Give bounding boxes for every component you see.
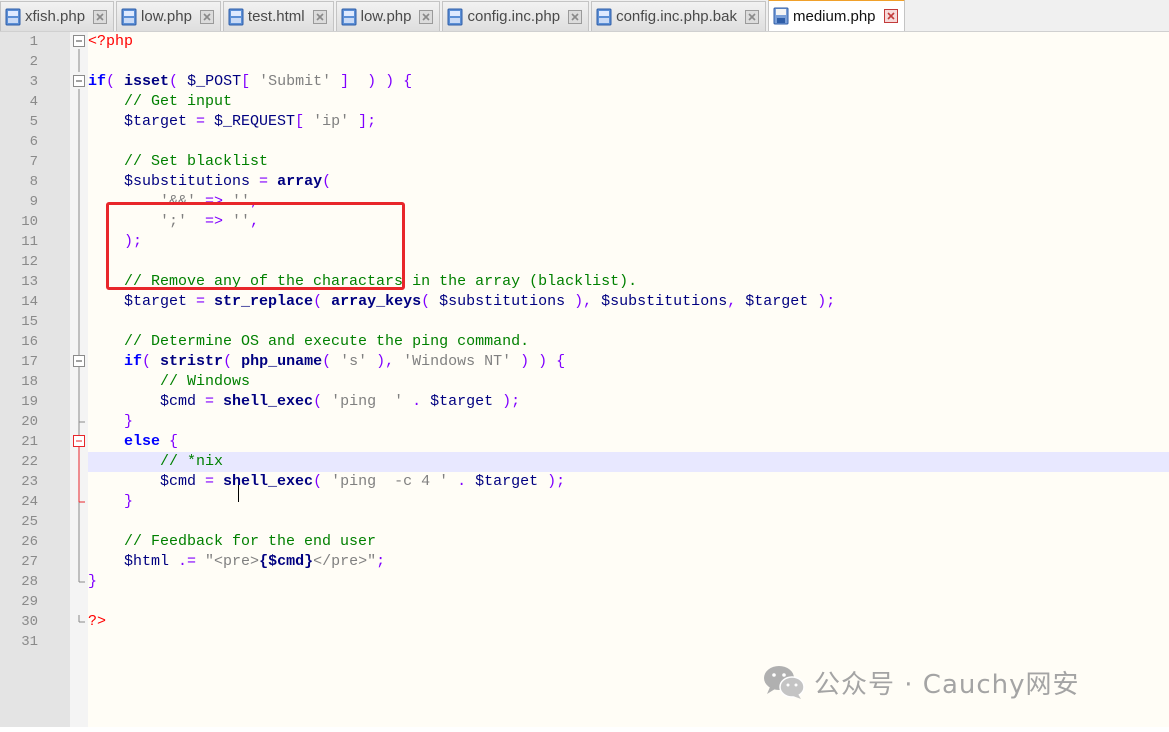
tab-label: config.inc.php.bak xyxy=(616,8,737,25)
code-line: } xyxy=(88,573,98,590)
tab-medium-php[interactable]: medium.php xyxy=(767,0,905,31)
code-line: $substitutions = array( xyxy=(124,173,332,190)
line-number: 28 xyxy=(21,574,38,590)
line-number: 24 xyxy=(21,494,38,510)
tab-low-php[interactable]: low.php xyxy=(116,1,221,31)
line-number: 12 xyxy=(21,254,38,270)
wechat-icon xyxy=(764,666,805,699)
close-icon[interactable] xyxy=(93,9,108,24)
line-number: 31 xyxy=(21,634,38,650)
line-number: 22 xyxy=(21,454,38,470)
line-number: 23 xyxy=(21,474,38,490)
code-line: $target = $_REQUEST[ 'ip' ]; xyxy=(124,113,377,130)
tab-config-inc-php[interactable]: config.inc.php xyxy=(442,1,590,31)
line-number: 17 xyxy=(21,354,38,370)
tab-config-inc-php-bak[interactable]: config.inc.php.bak xyxy=(591,1,766,31)
close-icon[interactable] xyxy=(744,9,759,24)
watermark-text: 公众号 · Cauchy网安 xyxy=(814,669,1080,700)
code-line: // Set blacklist xyxy=(124,153,269,170)
save-file-icon xyxy=(773,7,789,25)
highlight-annotation-box xyxy=(106,202,405,290)
close-icon[interactable] xyxy=(312,9,327,24)
line-number: 27 xyxy=(21,554,38,570)
code-line: // *nix xyxy=(160,453,224,470)
line-number: 16 xyxy=(21,334,38,350)
code-line: ?> xyxy=(88,613,107,630)
line-number: 2 xyxy=(29,54,38,70)
line-number: 20 xyxy=(21,414,38,430)
watermark: 公众号 · Cauchy网安 xyxy=(762,662,1080,702)
close-icon[interactable] xyxy=(419,9,434,24)
code-line: if( isset( $_POST[ 'Submit' ] ) ) { xyxy=(88,73,413,90)
line-number: 19 xyxy=(21,394,38,410)
file-icon xyxy=(121,8,137,25)
line-number: 4 xyxy=(29,94,38,110)
line-number: 7 xyxy=(29,154,38,170)
code-line: else { xyxy=(124,433,179,450)
fold-markers xyxy=(73,35,86,623)
file-icon xyxy=(447,8,463,25)
tab-low-php-2[interactable]: low.php xyxy=(335,1,441,31)
code-editor[interactable]: 1 2 3 4 5 6 7 8 9 10 11 12 13 14 15 16 1… xyxy=(0,32,1169,727)
line-number: 11 xyxy=(21,234,38,250)
line-number: 13 xyxy=(21,274,38,290)
tab-label: xfish.php xyxy=(25,8,86,25)
line-number: 5 xyxy=(29,114,38,130)
code-line: $cmd = shell_exec( 'ping -c 4 ' . $targe… xyxy=(160,473,566,490)
fold-margin xyxy=(70,32,88,727)
line-number: 18 xyxy=(21,374,38,390)
line-number: 21 xyxy=(21,434,38,450)
line-number: 9 xyxy=(29,194,38,210)
code-area[interactable]: <?php if( isset( $_POST[ 'Submit' ] ) ) … xyxy=(88,32,1169,727)
tab-xfish-php[interactable]: xfish.php xyxy=(0,1,115,31)
fold-toggle-icon[interactable] xyxy=(73,75,85,87)
code-line: $cmd = shell_exec( 'ping ' . $target ); xyxy=(160,393,521,410)
code-line: // Feedback for the end user xyxy=(124,533,377,550)
code-line: $target = str_replace( array_keys( $subs… xyxy=(124,293,836,310)
fold-toggle-icon[interactable] xyxy=(73,435,86,503)
tab-label: test.html xyxy=(247,8,305,25)
tab-label: medium.php xyxy=(792,7,876,25)
tab-label: config.inc.php xyxy=(467,8,561,25)
tab-bar: xfish.php low.php test.html low.php conf… xyxy=(0,0,1169,32)
line-number: 10 xyxy=(21,214,38,230)
code-line: if( stristr( php_uname( 's' ), 'Windows … xyxy=(124,353,566,370)
code-line: $html .= "<pre>{$cmd}</pre>"; xyxy=(124,553,386,570)
file-icon xyxy=(596,8,612,25)
code-line: } xyxy=(124,413,134,430)
line-number: 6 xyxy=(29,134,38,150)
code-line: // Determine OS and execute the ping com… xyxy=(124,333,530,350)
tab-label: low.php xyxy=(141,8,192,25)
close-icon[interactable] xyxy=(568,9,583,24)
file-icon xyxy=(5,8,21,25)
tab-test-html[interactable]: test.html xyxy=(222,1,334,31)
code-line: } xyxy=(124,493,134,510)
line-number: 30 xyxy=(21,614,38,630)
file-icon xyxy=(228,8,244,25)
code-line: // Windows xyxy=(160,373,251,390)
tab-label: low.php xyxy=(360,8,412,25)
line-number: 3 xyxy=(29,74,38,90)
code-line: // Get input xyxy=(124,93,233,110)
line-number-gutter: 1 2 3 4 5 6 7 8 9 10 11 12 13 14 15 16 1… xyxy=(0,32,70,727)
close-icon[interactable] xyxy=(883,9,898,23)
line-number: 26 xyxy=(21,534,38,550)
line-number: 15 xyxy=(21,314,38,330)
text-cursor xyxy=(238,485,239,502)
close-icon[interactable] xyxy=(199,9,214,24)
line-number: 8 xyxy=(29,174,38,190)
line-number: 1 xyxy=(29,34,38,50)
line-number: 25 xyxy=(21,514,38,530)
fold-toggle-icon[interactable] xyxy=(73,355,85,367)
file-icon xyxy=(341,8,357,25)
line-number: 29 xyxy=(21,594,38,610)
code-line: <?php xyxy=(88,33,134,50)
line-number: 14 xyxy=(21,294,38,310)
fold-toggle-icon[interactable] xyxy=(73,35,85,47)
